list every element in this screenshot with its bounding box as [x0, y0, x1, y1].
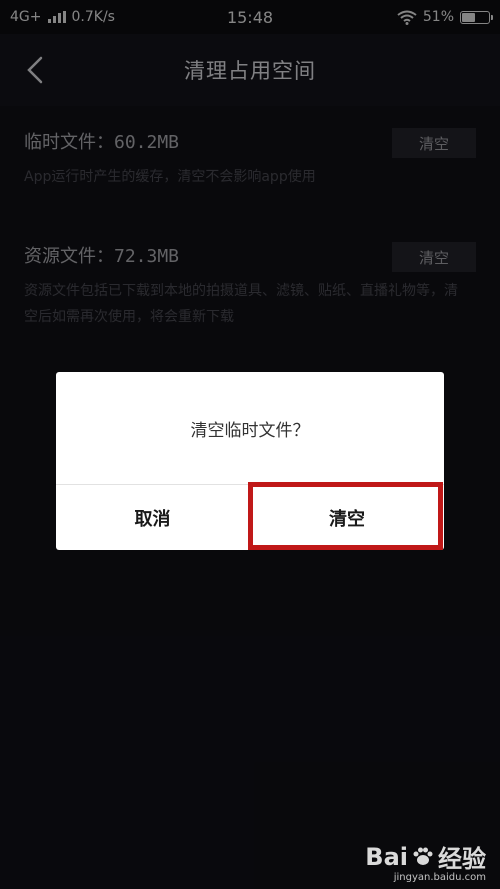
- watermark-logo: Bai 经验: [365, 839, 486, 874]
- cancel-button[interactable]: 取消: [56, 485, 250, 550]
- confirm-dialog: 清空临时文件？ 取消 清空: [56, 372, 444, 550]
- dialog-message: 清空临时文件？: [190, 420, 310, 441]
- watermark-brand-left: Bai: [365, 842, 408, 871]
- watermark-brand-right: 经验: [438, 845, 486, 873]
- baidu-jingyan-watermark: Bai 经验 jingyan.baidu.com: [365, 839, 486, 884]
- confirm-clear-button[interactable]: 清空: [250, 485, 444, 550]
- paw-icon: [413, 847, 433, 865]
- watermark-url: jingyan.baidu.com: [393, 872, 486, 883]
